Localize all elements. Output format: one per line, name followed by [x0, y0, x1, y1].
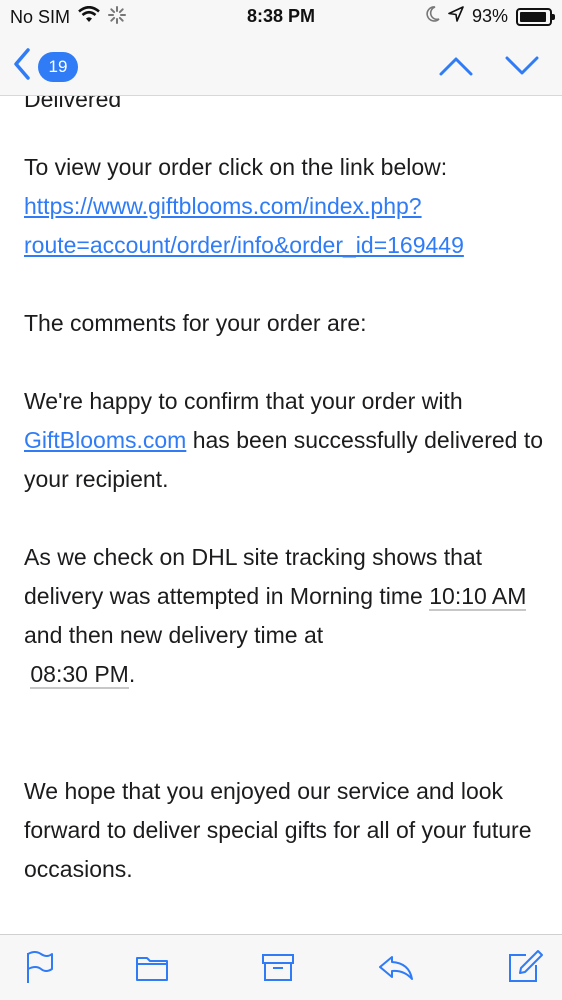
time-detected-2[interactable]: 08:30 PM [30, 661, 129, 689]
unread-count-badge: 19 [38, 51, 78, 82]
flag-icon[interactable] [22, 949, 58, 985]
folder-icon[interactable] [134, 949, 170, 985]
battery-icon [516, 7, 555, 26]
closing-paragraph: We hope that you enjoyed our service and… [24, 778, 532, 882]
compose-icon[interactable] [506, 949, 543, 985]
chevron-left-icon [12, 46, 32, 87]
dhl-paragraph: As we check on DHL site tracking shows t… [24, 538, 544, 694]
moon-icon [426, 6, 440, 27]
dhl-text-2: and then new delivery time at [24, 622, 324, 648]
dhl-text-1: As we check on DHL site tracking shows t… [24, 544, 483, 609]
bottom-toolbar [0, 934, 562, 1000]
giftblooms-link[interactable]: GiftBlooms.com [24, 427, 186, 453]
chevron-down-icon[interactable] [504, 50, 540, 80]
status-right: 93% [426, 6, 555, 27]
view-order-paragraph: To view your order click on the link bel… [24, 148, 544, 265]
back-button[interactable]: 19 [12, 46, 78, 87]
archive-icon[interactable] [260, 949, 296, 985]
cut-off-line: Delivered [24, 96, 122, 112]
email-body: Delivered To view your order click on th… [0, 96, 562, 934]
order-link-line2: route=account/order/info&order_id=169449 [24, 232, 464, 258]
confirm-paragraph: We're happy to confirm that your order w… [24, 382, 544, 499]
comments-heading: The comments for your order are: [24, 310, 367, 336]
status-bar: No SIM 8:38 PM 93% [0, 0, 562, 34]
location-arrow-icon [448, 6, 464, 27]
message-nav-arrows [438, 50, 540, 80]
dhl-text-3: . [128, 661, 136, 687]
chevron-up-icon[interactable] [438, 50, 474, 80]
reply-icon[interactable] [376, 949, 413, 985]
confirm-text-1: We're happy to confirm that your order w… [24, 388, 463, 414]
battery-fill [520, 11, 547, 22]
battery-percent: 93% [471, 6, 508, 26]
order-link-line1: https://www.giftblooms.com/index.php? [24, 193, 422, 219]
navigation-bar: 19 [0, 34, 562, 96]
view-order-intro: To view your order click on the link bel… [24, 154, 448, 180]
order-link[interactable]: https://www.giftblooms.com/index.php? rou… [24, 193, 464, 258]
email-paragraphs: To view your order click on the link bel… [24, 148, 544, 928]
time-detected-1[interactable]: 10:10 AM [429, 583, 527, 611]
